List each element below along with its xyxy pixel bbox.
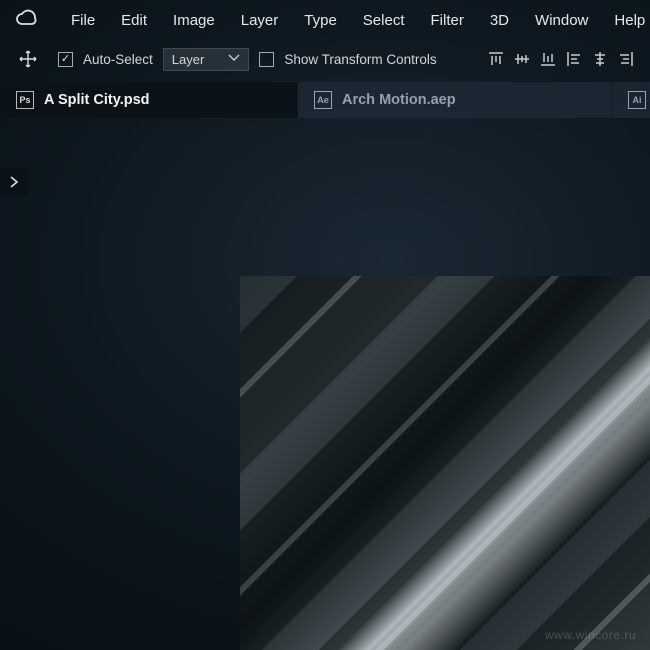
creative-cloud-icon xyxy=(14,8,38,32)
align-group xyxy=(486,49,636,69)
menu-image[interactable]: Image xyxy=(162,8,226,33)
menu-help[interactable]: Help xyxy=(603,8,650,33)
photoshop-icon: Ps xyxy=(16,91,34,109)
menu-3d[interactable]: 3D xyxy=(479,8,520,33)
align-hcenter-icon[interactable] xyxy=(590,49,610,69)
panel-flyout-button[interactable] xyxy=(0,168,28,196)
menu-select[interactable]: Select xyxy=(352,8,416,33)
tab-title: A Split City.psd xyxy=(44,92,150,108)
menu-file[interactable]: File xyxy=(60,8,106,33)
tab-go[interactable]: Ai Go xyxy=(611,82,650,118)
menu-window[interactable]: Window xyxy=(524,8,599,33)
align-vcenter-icon[interactable] xyxy=(512,49,532,69)
align-left-icon[interactable] xyxy=(564,49,584,69)
menu-layer[interactable]: Layer xyxy=(230,8,290,33)
align-bottom-icon[interactable] xyxy=(538,49,558,69)
menu-edit[interactable]: Edit xyxy=(110,8,158,33)
options-bar: Auto-Select Layer Show Transform Control… xyxy=(0,40,650,78)
dropdown-value: Layer xyxy=(172,52,205,67)
show-transform-checkbox[interactable] xyxy=(259,52,274,67)
align-top-icon[interactable] xyxy=(486,49,506,69)
show-transform-label: Show Transform Controls xyxy=(284,52,436,67)
tab-arch-motion[interactable]: Ae Arch Motion.aep xyxy=(297,82,611,118)
menu-bar: File Edit Image Layer Type Select Filter… xyxy=(0,0,650,40)
canvas-image[interactable] xyxy=(240,276,650,650)
tab-a-split-city[interactable]: Ps A Split City.psd xyxy=(0,82,297,118)
menu-filter[interactable]: Filter xyxy=(420,8,475,33)
chevron-down-icon xyxy=(228,53,240,65)
after-effects-icon: Ae xyxy=(314,91,332,109)
auto-select-dropdown[interactable]: Layer xyxy=(163,48,250,71)
align-right-icon[interactable] xyxy=(616,49,636,69)
move-tool-icon[interactable] xyxy=(14,45,42,73)
auto-select-label: Auto-Select xyxy=(83,52,153,67)
watermark: www.wincore.ru xyxy=(545,628,636,642)
tab-title: Arch Motion.aep xyxy=(342,92,456,108)
document-tabs: Ps A Split City.psd Ae Arch Motion.aep A… xyxy=(0,82,650,118)
illustrator-icon: Ai xyxy=(628,91,646,109)
menu-type[interactable]: Type xyxy=(293,8,348,33)
auto-select-checkbox[interactable] xyxy=(58,52,73,67)
